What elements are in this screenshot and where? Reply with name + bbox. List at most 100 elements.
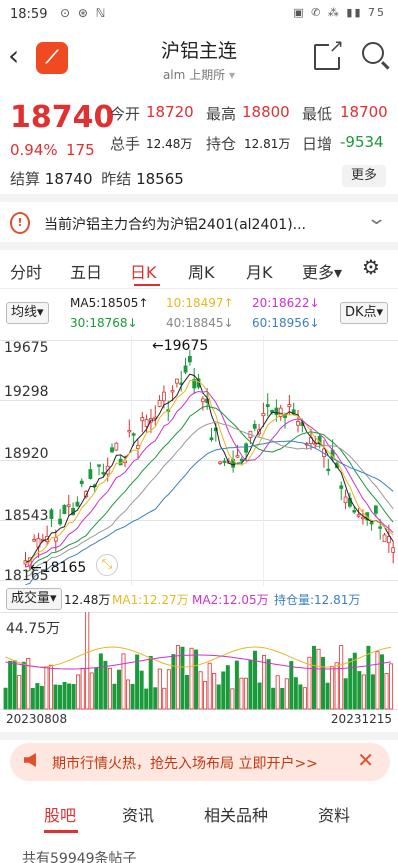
share-icon[interactable] [314, 36, 344, 70]
ma-legend: 均线▾ MA5:18505↑ 10:18497↑ 20:18622↓ 30:18… [0, 296, 398, 336]
volume-bar [366, 645, 371, 710]
contract-code: alm [162, 68, 186, 82]
volume-bar [302, 687, 307, 710]
y-label-4: 18543 [4, 508, 49, 524]
active-tab-underline [44, 830, 78, 833]
app-header: ‹ ⟋ 沪铝主连 alm 上期所 ▾ [0, 30, 398, 90]
volume-bar [348, 658, 353, 710]
indicator-select[interactable]: 均线▾ [6, 302, 49, 324]
expand-icon[interactable]: ⤡ [96, 554, 118, 576]
promo-text: 期市行情火热，抢先入场布局 立即开户>> [52, 756, 318, 772]
tab-related[interactable]: 相关品种 [204, 802, 268, 826]
more-button[interactable]: 更多 [342, 165, 386, 187]
volume-indicator-select[interactable]: 成交量▾ [6, 588, 62, 610]
ma5-line [25, 373, 394, 563]
volume-bar [130, 683, 135, 710]
volume-bar [212, 673, 217, 710]
candle-body [352, 510, 357, 513]
tab-five-day[interactable]: 五日 [70, 259, 102, 283]
volume-bar [325, 682, 330, 710]
volume-bar [316, 648, 321, 710]
volume-bar [207, 662, 212, 710]
y-label-2: 19298 [4, 384, 49, 400]
volume-bar [389, 663, 394, 710]
candle-body [369, 522, 374, 525]
tab-daily-k[interactable]: 日K [130, 259, 157, 283]
candle-body [274, 407, 279, 416]
candle-body [326, 468, 331, 472]
dk-point-select[interactable]: DK点▾ [340, 302, 389, 324]
status-bar: 18:59 ⊙ ⊛ ℕ ▣ ✆ ⁂ ▮▮ 75 [0, 0, 398, 30]
volume-ma1: MA1:12.27万 [112, 593, 189, 607]
volume-bar [71, 684, 76, 710]
volume-bar [144, 688, 149, 710]
volume-bar [171, 654, 176, 710]
tab-forum[interactable]: 股吧 [44, 802, 76, 826]
volume-bar [343, 678, 348, 710]
candle-body [222, 460, 227, 463]
volume-bar [230, 688, 235, 710]
date-axis: 20230808 20231215 [0, 712, 398, 730]
tab-weekly-k[interactable]: 周K [188, 259, 215, 283]
volume-bar [126, 679, 131, 710]
search-icon[interactable] [362, 42, 384, 64]
y-label-3: 18920 [4, 446, 49, 462]
status-time: 18:59 [10, 7, 48, 22]
volume-bar [239, 677, 244, 710]
candle-body [58, 518, 63, 525]
candle-body [75, 501, 80, 507]
volume-bar [384, 673, 389, 710]
volume-bar [30, 687, 35, 710]
notice-text: 当前沪铝主力合约为沪铝2401(al2401)... [44, 217, 307, 233]
close-icon[interactable]: ✕ [357, 748, 374, 772]
candle-body [252, 424, 257, 429]
tab-profile[interactable]: 资料 [318, 802, 350, 826]
volume-bar [257, 682, 262, 710]
volume-bar [89, 672, 94, 710]
tab-more[interactable]: 更多▾ [302, 259, 342, 283]
ma30-value: 30:18768↓ [70, 316, 138, 330]
candle-body [157, 400, 162, 407]
volume-bar [243, 677, 248, 710]
notice-bar[interactable]: ! 当前沪铝主力合约为沪铝2401(al2401)... ⌄ [0, 204, 398, 240]
chevron-down-icon: ▾ [229, 68, 236, 82]
high-marker: ←19675 [152, 338, 209, 354]
volume-bar [139, 670, 144, 710]
oi-value: 12.81万 [244, 137, 291, 151]
volume-bar [330, 665, 335, 710]
tab-intraday[interactable]: 分时 [10, 259, 42, 283]
candle-body [296, 421, 300, 426]
volume-max-label: 44.75万 [6, 621, 61, 637]
tab-news[interactable]: 资讯 [122, 802, 154, 826]
volume-bar [175, 645, 180, 710]
volume-bar [67, 683, 72, 710]
chevron-down-icon[interactable]: ⌄ [366, 208, 387, 229]
gear-icon[interactable]: ⚙ [362, 255, 380, 279]
candle-body [88, 469, 93, 479]
tab-monthly-k[interactable]: 月K [246, 259, 273, 283]
candle-body [239, 458, 244, 462]
volume-bar [275, 675, 280, 710]
candle-body [49, 509, 54, 519]
volume-bar [21, 661, 26, 710]
high-label: 最高 [206, 105, 237, 123]
candle-body [183, 365, 188, 373]
volume-bar [184, 675, 189, 710]
promo-banner[interactable]: 期市行情火热，抢先入场布局 立即开户>> ✕ [10, 743, 390, 781]
bottom-tabs: 股吧 资讯 相关品种 资料 [0, 798, 398, 838]
ma60-value: 60:18956↓ [252, 316, 320, 330]
volume-bar [357, 671, 362, 710]
volume-bar [121, 653, 126, 710]
settle-row: 结算 18740 昨结 18565 [10, 168, 184, 189]
candle-body [343, 496, 348, 504]
volume-bar [248, 660, 253, 710]
prev-value: 18565 [136, 170, 184, 188]
candle-body [261, 413, 266, 417]
volume-bar [62, 681, 67, 710]
volume-bar [271, 687, 276, 710]
candlestick-chart[interactable] [0, 336, 398, 586]
volume-bar [339, 645, 344, 710]
ma40-line [25, 421, 394, 578]
volume-bar [39, 686, 44, 710]
low-value: 18700 [340, 103, 388, 121]
